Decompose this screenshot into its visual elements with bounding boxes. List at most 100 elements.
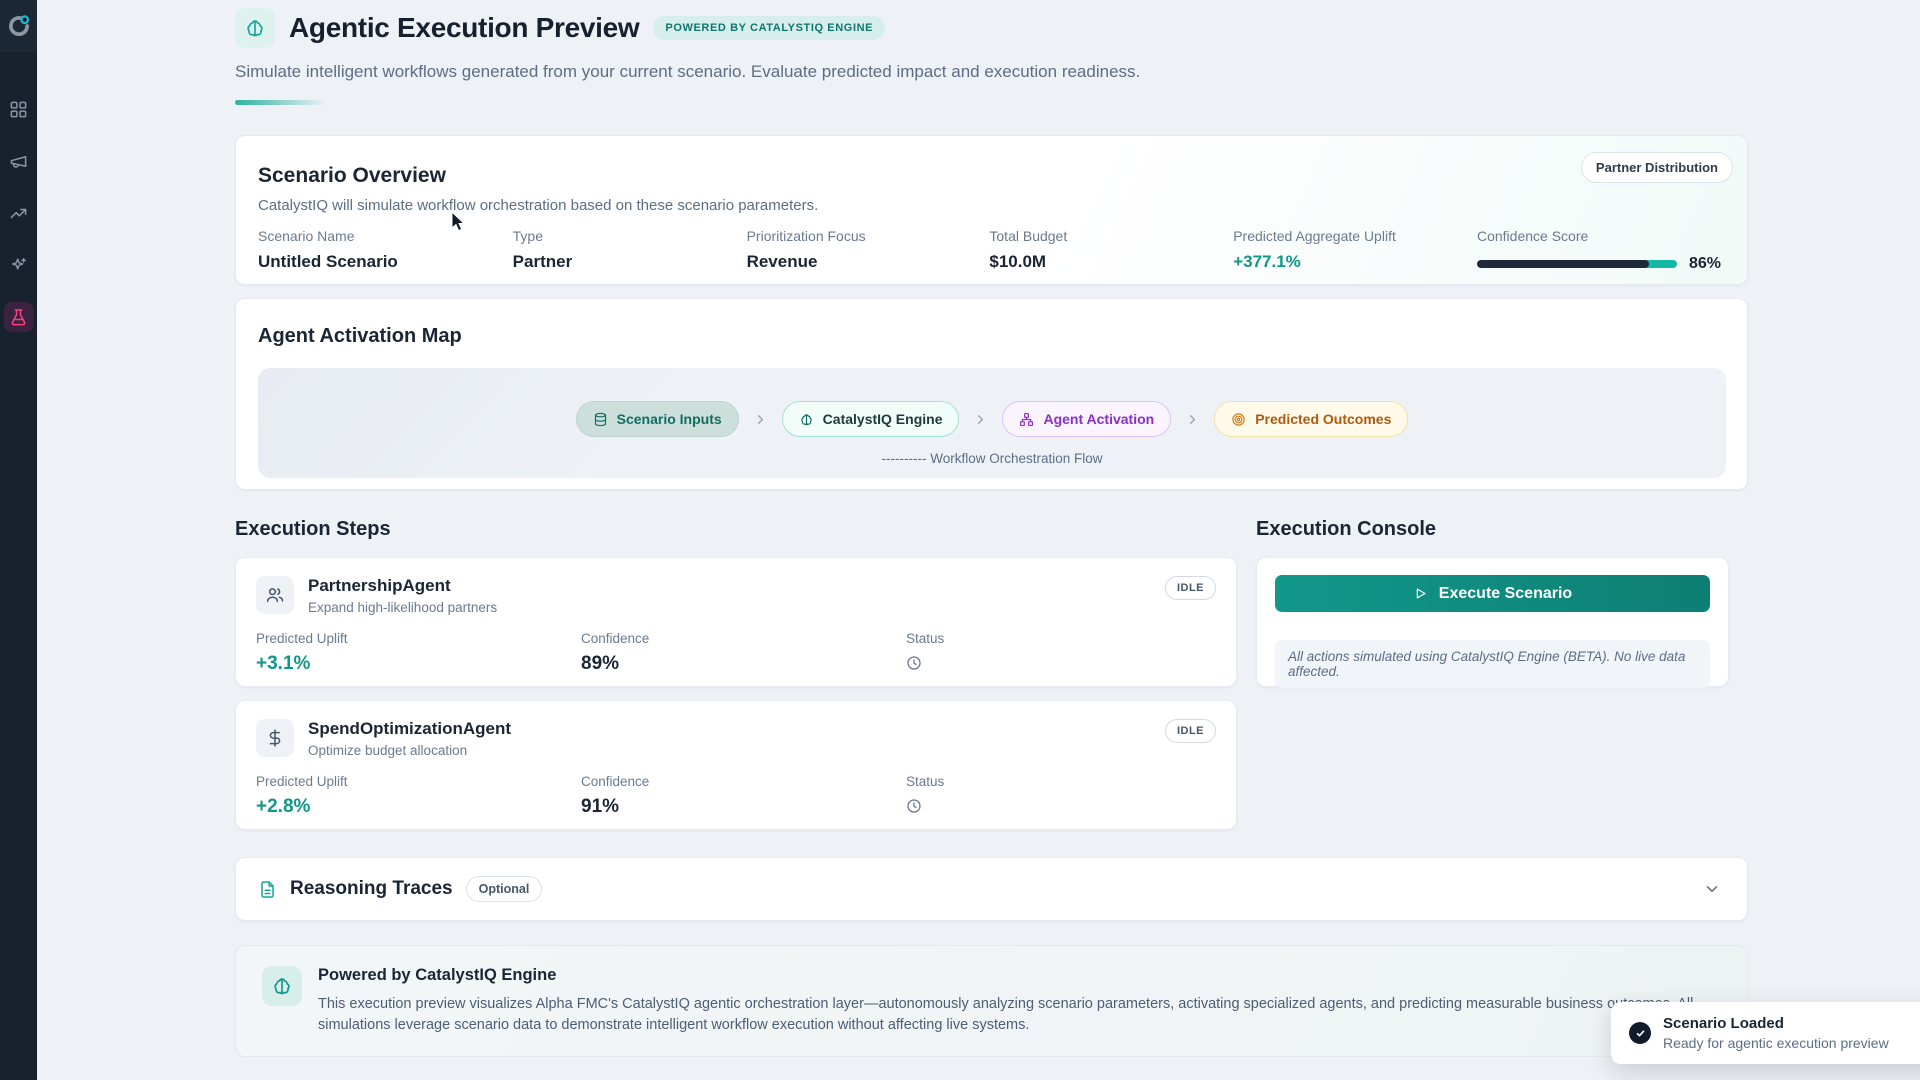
powered-by-badge: POWERED BY CATALYSTIQ ENGINE (653, 16, 885, 40)
flow-node-label: Agent Activation (1043, 411, 1154, 427)
status-badge: IDLE (1165, 719, 1216, 743)
sparkles-icon (9, 256, 28, 275)
activation-map-title: Agent Activation Map (258, 325, 1726, 348)
sidebar-item-dashboard[interactable] (4, 94, 34, 124)
param-total-budget: Total Budget $10.0M (989, 228, 1233, 273)
agent-card-partnership: PartnershipAgent Expand high-likelihood … (235, 557, 1237, 687)
powered-by-footer: Powered by CatalystIQ Engine This execut… (235, 945, 1748, 1057)
agent-heading: PartnershipAgent Expand high-likelihood … (308, 576, 497, 615)
flow-node-agent-activation[interactable]: Agent Activation (1002, 401, 1171, 437)
toast-text: Scenario Loaded Ready for agentic execut… (1663, 1015, 1889, 1051)
toast-scenario-loaded[interactable]: Scenario Loaded Ready for agentic execut… (1611, 1002, 1920, 1064)
param-prioritization-focus: Prioritization Focus Revenue (747, 228, 990, 273)
param-value: Untitled Scenario (258, 252, 513, 272)
flow-node-label: Scenario Inputs (617, 411, 722, 427)
brain-icon (235, 8, 275, 48)
flow-node-catalystiq-engine[interactable]: CatalystIQ Engine (782, 401, 960, 437)
chevron-right-icon (753, 412, 768, 427)
page-title: Agentic Execution Preview (289, 12, 639, 44)
param-value: $10.0M (989, 252, 1233, 272)
execute-scenario-button[interactable]: Execute Scenario (1275, 575, 1710, 612)
confidence-value: 86% (1689, 255, 1721, 273)
metric-value: 91% (581, 796, 906, 818)
clock-icon (906, 798, 944, 814)
param-label: Prioritization Focus (747, 228, 990, 244)
simulation-disclaimer: All actions simulated using CatalystIQ E… (1275, 640, 1710, 688)
layout-grid-icon (9, 100, 28, 119)
dollar-sign-icon (256, 719, 294, 757)
database-icon (593, 412, 608, 427)
metric-label: Predicted Uplift (256, 631, 581, 646)
chevron-down-icon[interactable] (1703, 880, 1721, 898)
metric-status: Status (906, 774, 944, 818)
play-icon (1413, 586, 1428, 601)
param-confidence-score: Confidence Score 86% (1477, 228, 1721, 273)
workflow-caption: ---------- Workflow Orchestration Flow (258, 451, 1726, 466)
metric-confidence: Confidence 89% (581, 631, 906, 675)
param-value: +377.1% (1233, 252, 1477, 272)
footer-text: Powered by CatalystIQ Engine This execut… (318, 966, 1718, 1056)
check-circle-icon (1629, 1022, 1651, 1044)
param-scenario-name: Scenario Name Untitled Scenario (258, 228, 513, 273)
reasoning-traces-card[interactable]: Reasoning Traces Optional (235, 857, 1748, 921)
execution-steps-title: Execution Steps (235, 518, 391, 541)
agent-heading: SpendOptimizationAgent Optimize budget a… (308, 719, 511, 758)
param-type: Type Partner (513, 228, 747, 273)
optional-badge: Optional (466, 876, 543, 902)
sidebar-item-ai-insights[interactable] (4, 250, 34, 280)
agent-activation-map-card: Agent Activation Map Scenario Inputs (235, 298, 1748, 490)
confidence-bar-fill (1477, 260, 1649, 268)
metric-value: +3.1% (256, 653, 581, 675)
status-badge: IDLE (1165, 576, 1216, 600)
param-label: Total Budget (989, 228, 1233, 244)
flask-icon (9, 308, 28, 327)
confidence-bar (1477, 260, 1677, 268)
execute-scenario-label: Execute Scenario (1439, 585, 1572, 603)
clock-icon (906, 655, 944, 671)
flow-node-label: Predicted Outcomes (1255, 411, 1391, 427)
param-label: Confidence Score (1477, 228, 1721, 244)
metric-label: Predicted Uplift (256, 774, 581, 789)
chevron-right-icon (973, 412, 988, 427)
logo-icon (6, 13, 32, 39)
agent-name: SpendOptimizationAgent (308, 719, 511, 739)
scenario-overview-card: Scenario Overview CatalystIQ will simula… (235, 135, 1748, 285)
megaphone-icon (9, 152, 28, 171)
trending-up-icon (9, 204, 28, 223)
param-label: Type (513, 228, 747, 244)
sidebar-item-scenario-lab[interactable] (4, 302, 34, 332)
metric-predicted-uplift: Predicted Uplift +2.8% (256, 774, 581, 818)
metric-status: Status (906, 631, 944, 675)
execution-console-card: Execute Scenario All actions simulated u… (1256, 557, 1729, 687)
network-icon (1019, 412, 1034, 427)
partner-distribution-badge: Partner Distribution (1581, 152, 1733, 183)
activation-map-panel: Scenario Inputs CatalystIQ Engine (258, 368, 1726, 478)
scenario-overview-subtitle: CatalystIQ will simulate workflow orches… (258, 197, 1721, 214)
param-label: Scenario Name (258, 228, 513, 244)
flow-node-label: CatalystIQ Engine (823, 411, 943, 427)
accent-underline (235, 100, 327, 105)
sidebar-item-performance[interactable] (4, 198, 34, 228)
footer-title: Powered by CatalystIQ Engine (318, 966, 1718, 985)
chevron-right-icon (1185, 412, 1200, 427)
param-predicted-uplift: Predicted Aggregate Uplift +377.1% (1233, 228, 1477, 273)
page-header: Agentic Execution Preview POWERED BY CAT… (235, 8, 1748, 48)
agent-name: PartnershipAgent (308, 576, 497, 596)
sidebar-item-campaigns[interactable] (4, 146, 34, 176)
flow-node-scenario-inputs[interactable]: Scenario Inputs (576, 401, 739, 437)
metric-value: +2.8% (256, 796, 581, 818)
toast-title: Scenario Loaded (1663, 1015, 1889, 1032)
scenario-overview-title: Scenario Overview (258, 164, 1721, 188)
app-logo[interactable] (0, 0, 37, 52)
brain-icon (799, 412, 814, 427)
param-value: Partner (513, 252, 747, 272)
scenario-params: Scenario Name Untitled Scenario Type Par… (258, 228, 1721, 273)
page-subtitle: Simulate intelligent workflows generated… (235, 62, 1748, 82)
agent-description: Expand high-likelihood partners (308, 600, 497, 615)
agent-card-spend-optimization: SpendOptimizationAgent Optimize budget a… (235, 700, 1237, 830)
app-sidebar (0, 0, 37, 1080)
main-content: Agentic Execution Preview POWERED BY CAT… (235, 0, 1748, 105)
metric-label: Status (906, 631, 944, 646)
flow-node-predicted-outcomes[interactable]: Predicted Outcomes (1214, 401, 1408, 437)
param-label: Predicted Aggregate Uplift (1233, 228, 1477, 244)
